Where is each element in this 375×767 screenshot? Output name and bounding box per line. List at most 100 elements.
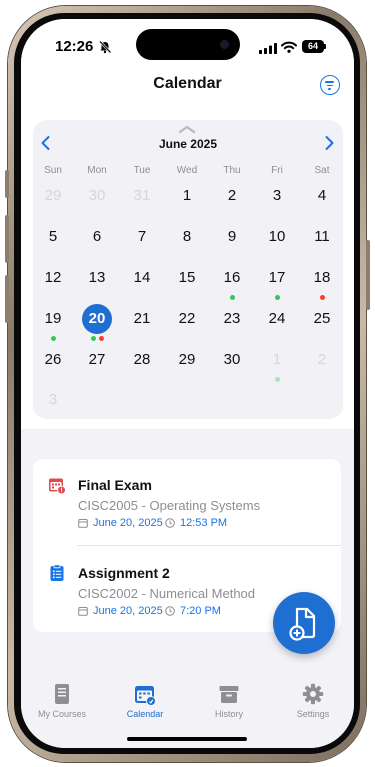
home-indicator <box>127 737 247 741</box>
calendar-day[interactable]: 30 <box>217 345 247 375</box>
next-month-icon[interactable] <box>321 135 337 151</box>
calendar-day[interactable]: 21 <box>127 304 157 334</box>
weekday-label: Thu <box>223 165 241 176</box>
calendar-day[interactable]: 16 <box>217 263 247 293</box>
event-dot <box>98 336 104 341</box>
weekday-label: Sun <box>44 165 62 176</box>
calendar-day[interactable]: 22 <box>172 304 202 334</box>
volume-up-button <box>5 215 9 263</box>
calendar-day[interactable]: 15 <box>172 263 202 293</box>
screen: 12:26 64 Calendar June 2025 Sun Mon Tue … <box>21 19 354 748</box>
tab-settings[interactable]: Settings <box>273 683 353 719</box>
bell-slash-icon <box>99 40 112 54</box>
calendar-day[interactable]: 29 <box>172 345 202 375</box>
month-label: June 2025 <box>158 137 218 151</box>
calendar-small-icon <box>78 519 88 528</box>
filter-line <box>328 88 331 90</box>
calendar-day[interactable]: 7 <box>127 222 157 252</box>
power-button <box>366 240 370 310</box>
calendar-day[interactable]: 13 <box>82 263 112 293</box>
tab-history[interactable]: History <box>189 683 269 719</box>
event-course: CISC2002 - Numerical Method <box>78 586 256 601</box>
event-time: 7:20 PM <box>180 605 221 617</box>
clock-icon <box>165 518 175 528</box>
calendar-day[interactable]: 24 <box>262 304 292 334</box>
calendar-day[interactable]: 26 <box>38 345 68 375</box>
calendar-day[interactable]: 17 <box>262 263 292 293</box>
event-dot <box>319 295 325 300</box>
calendar-day[interactable]: 19 <box>38 304 68 334</box>
calendar-day[interactable]: 20 <box>82 304 112 334</box>
event-dot <box>90 336 96 341</box>
month-calendar: June 2025 Sun Mon Tue Wed Thu Fri Sat 29 30 31 1 2 3… <box>33 120 343 419</box>
camera-icon <box>220 40 229 49</box>
event-title: Assignment 2 <box>78 565 170 581</box>
tab-label: My Courses <box>37 709 86 719</box>
calendar-day[interactable]: 28 <box>127 345 157 375</box>
calendar-day[interactable]: 27 <box>82 345 112 375</box>
divider <box>77 545 341 546</box>
calendar-day[interactable]: 6 <box>82 222 112 252</box>
tab-my-courses[interactable]: My Courses <box>22 683 102 719</box>
book-icon <box>55 684 69 704</box>
event-date: June 20, 2025 <box>93 517 163 529</box>
calendar-day[interactable]: 9 <box>217 222 247 252</box>
calendar-day[interactable]: 23 <box>217 304 247 334</box>
calendar-day[interactable]: 10 <box>262 222 292 252</box>
exam-calendar-icon <box>49 478 66 494</box>
tab-label: History <box>214 709 243 719</box>
calendar-day[interactable]: 5 <box>38 222 68 252</box>
weekday-label: Wed <box>176 165 198 176</box>
calendar-day[interactable]: 2 <box>307 345 337 375</box>
event-date: June 20, 2025 <box>93 605 163 617</box>
calendar-day[interactable]: 30 <box>82 181 112 211</box>
weekday-label: Fri <box>271 165 283 176</box>
calendar-day[interactable]: 31 <box>127 181 157 211</box>
calendar-day[interactable]: 11 <box>307 222 337 252</box>
battery-indicator: 64 <box>302 40 324 53</box>
event-title: Final Exam <box>78 477 152 493</box>
weekday-label: Sat <box>314 165 330 176</box>
clipboard-icon <box>50 564 64 581</box>
filter-line <box>325 81 334 83</box>
archive-box-icon <box>219 686 239 703</box>
calendar-icon <box>135 686 156 705</box>
tab-label: Settings <box>296 709 330 719</box>
event-time: 12:53 PM <box>180 517 228 529</box>
event-dot <box>274 377 280 382</box>
calendar-day[interactable]: 2 <box>217 181 247 211</box>
tab-label: Calendar <box>126 709 164 719</box>
calendar-day[interactable]: 4 <box>307 181 337 211</box>
calendar-day[interactable]: 8 <box>172 222 202 252</box>
dynamic-island <box>136 29 240 60</box>
calendar-day[interactable]: 29 <box>38 181 68 211</box>
volume-down-button <box>5 275 9 323</box>
filter-line <box>326 84 333 86</box>
filter-icon[interactable] <box>320 75 340 95</box>
clock-icon <box>165 606 175 616</box>
page-title: Calendar <box>153 75 222 92</box>
calendar-day[interactable]: 12 <box>38 263 68 293</box>
collapse-chevron-icon[interactable] <box>178 125 196 133</box>
gear-icon <box>302 683 324 705</box>
weekday-label: Tue <box>133 165 151 176</box>
add-document-icon <box>289 607 316 641</box>
weekday-label: Mon <box>87 165 107 176</box>
calendar-day[interactable]: 14 <box>127 263 157 293</box>
event-course: CISC2005 - Operating Systems <box>78 498 261 513</box>
calendar-day[interactable]: 18 <box>307 263 337 293</box>
add-document-button[interactable] <box>273 592 335 654</box>
cellular-signal-icon <box>259 43 277 54</box>
wifi-icon <box>281 41 297 53</box>
event-dot <box>50 336 56 341</box>
calendar-day[interactable]: 1 <box>262 345 292 375</box>
calendar-day[interactable]: 1 <box>172 181 202 211</box>
action-button <box>5 170 9 198</box>
event-dot <box>274 295 280 300</box>
calendar-small-icon <box>78 607 88 616</box>
calendar-day[interactable]: 25 <box>307 304 337 334</box>
calendar-day[interactable]: 3 <box>262 181 292 211</box>
tab-calendar[interactable]: Calendar <box>105 683 185 719</box>
status-time: 12:26 <box>55 38 94 55</box>
calendar-day[interactable]: 3 <box>38 385 68 415</box>
